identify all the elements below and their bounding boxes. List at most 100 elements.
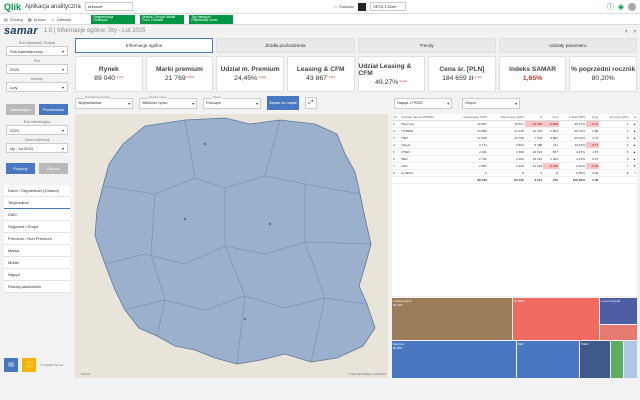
bookmarks-button[interactable]: ☆ Zakładki — [334, 4, 355, 9]
nav-item-brand[interactable]: Marka — [4, 245, 70, 257]
kpi-number: 43 867 — [306, 75, 327, 82]
table-cell: 21 138 — [487, 127, 525, 135]
kpi-card: Marki premium 21 769↑1,8% — [145, 56, 214, 92]
treemap-cell[interactable]: Lexus & Toyota — [600, 298, 637, 324]
table-cell: 38,17% — [559, 120, 586, 128]
table-row[interactable]: 7 LPG 2 851 2 433 12 216 -8 215 2,91% -0,62 7 ▼ — [392, 162, 637, 170]
kpi-change: ↑1,2pp — [398, 78, 408, 83]
changes-button[interactable]: ▤ Zmiany — [4, 17, 23, 22]
table-row[interactable]: 5 PHEV 2 011 2 336 20 616 657 2,27% 1,87 5 ▲ — [392, 148, 637, 156]
avatar[interactable] — [358, 2, 367, 11]
ref-year-select[interactable]: 2024 ▾ — [6, 125, 68, 135]
table-row[interactable]: 3 HEV 12 346 12 799 7 378 3 881 29,21% 3,72 3 ▲ — [392, 134, 637, 142]
field-label: Miesiąc — [31, 77, 43, 81]
sheet-button[interactable]: ▦ Arkusz — [28, 17, 46, 22]
map-type-dropdown[interactable]: Rodzaj mapy Wielkość rynku ▾ — [139, 94, 197, 109]
table-cell: ▲ — [629, 155, 637, 163]
chevron-down-icon: ▾ — [256, 101, 258, 106]
measure-dropdown[interactable]: Miara Rosnące ▾ — [203, 94, 261, 109]
table-row[interactable]: 8 E-HEVO 0 0 0 0 0,00% 0,00 8 = — [392, 169, 637, 177]
treemap-cell[interactable]: Benzyna 36,60% — [392, 341, 516, 378]
nav-item-territorial[interactable]: Terytorialne — [4, 197, 70, 209]
user-selector[interactable]: SETA,1,Dlal+ — [370, 2, 407, 11]
poland-map[interactable] — [75, 114, 388, 378]
bookmark-list-button[interactable]: ☆ Zakładki — [51, 17, 72, 22]
map-attribution[interactable]: © OpenStreetMap contributors — [348, 372, 386, 376]
treemap-cell[interactable]: BEV — [517, 341, 579, 378]
kpi-change: ↑1,6% — [326, 75, 336, 79]
selection-chip[interactable]: Segmentacja Osobowe — [91, 14, 136, 24]
kpi-card: Leasing & CFM 43 867↑1,6% — [286, 56, 355, 92]
table-cell: 3 774 — [450, 141, 488, 149]
comparison-button[interactable]: Porównanie — [39, 104, 68, 115]
table-cell: LPG — [400, 162, 451, 170]
chevron-right-icon[interactable]: › — [634, 28, 636, 35]
treemap-cell[interactable]: PHEV — [580, 341, 610, 378]
nav-item-data[interactable]: Dane / Odpowiedzi (Zmiana) — [4, 185, 70, 197]
notifications-icon[interactable]: ◉ — [618, 3, 624, 11]
tab-trends[interactable]: Trendy — [357, 38, 496, 53]
table-cell: 1 — [392, 120, 401, 128]
kpi-value: 21 769↑1,8% — [165, 75, 194, 82]
nav-item-drive[interactable]: Napęd — [4, 269, 70, 281]
territory-dropdown[interactable]: Podział terytorialny Województwa ▾ — [75, 94, 133, 109]
group-dropdown[interactable]: Grupa ▾ — [462, 97, 520, 109]
table-row[interactable]: 2 HYBRID 23 868 21 138 12 378 2 804 26,72% 2,98… — [392, 127, 637, 135]
kpi-change: ↑1,9pp — [257, 75, 267, 79]
drive-dropdown[interactable]: Napęd 1 PRZD ▾ — [394, 97, 452, 109]
table-row[interactable]: 1 Benzyna 19 967 15 817 -13 250 -4 828 38,17% -… — [392, 120, 637, 128]
table-filters: Napęd 1 PRZD ▾ Grupa ▾ — [394, 95, 639, 111]
nav-item-dmc[interactable]: DMC — [4, 209, 70, 221]
treemap-label: BEV — [518, 342, 524, 346]
tab-sources[interactable]: Źródła pochodzenia — [216, 38, 355, 53]
chat-icon[interactable]: ✉ — [4, 358, 18, 372]
treemap-cell[interactable] — [600, 325, 637, 340]
treemap-cell[interactable] — [611, 341, 623, 378]
treemap-cell[interactable] — [624, 341, 637, 378]
month-select[interactable]: Luty ▾ — [6, 82, 68, 92]
info-icon[interactable]: ⓘ — [22, 358, 36, 372]
app-name[interactable]: Aplikacja analityczna — [25, 4, 81, 10]
chevron-down-icon: ▾ — [99, 4, 102, 9]
periods-button[interactable]: Okresy — [39, 163, 68, 174]
selection-chip[interactable]: Typ kategorii Rejestracje nowe — [189, 14, 234, 24]
kpi-change: ↑2,3% — [473, 75, 482, 79]
tab-shares[interactable]: Udziały parametru — [498, 38, 637, 53]
treemap-cell[interactable]: HYBRID — [513, 298, 599, 340]
map-panel[interactable]: 100 km © OpenStreetMap contributors — [75, 114, 388, 378]
kpi-value: 1,65% — [523, 75, 542, 82]
nav-item-segment[interactable]: Segment / Grupa — [4, 221, 70, 233]
table-cell: -6,74 — [585, 120, 600, 128]
kpi-title: Rynek — [98, 66, 119, 73]
poland-outline[interactable] — [94, 117, 376, 365]
chevron-left-icon[interactable]: ‹ — [625, 28, 627, 35]
user-avatar-icon[interactable] — [628, 2, 637, 11]
table-cell: 2 851 — [450, 162, 488, 170]
table-cell: 12 216 — [524, 162, 544, 170]
table-row[interactable]: 4 Diesel 3 774 3 823 5 488 211 13,61% -0,77 4 ▲ — [392, 141, 637, 149]
table-row[interactable]: 6 BEV 2 746 2 400 14 210 1 203 4,14% 0,07 6 ▲ — [392, 155, 637, 163]
table-cell: ▼ — [629, 162, 637, 170]
ref-period-select[interactable]: sty - lut 2024 ▾ — [6, 143, 68, 153]
sheet-selector[interactable]: Arkusz ▾ — [84, 2, 133, 11]
show-on-map-button[interactable]: Zapisz na mapie — [267, 96, 299, 110]
cumulative-button[interactable]: Narastająco — [6, 104, 35, 115]
help-icon[interactable]: ⓘ — [607, 2, 614, 12]
year-select[interactable]: 2025 ▾ — [6, 64, 68, 74]
table-cell: 3 — [599, 134, 630, 142]
table-cell: 8 — [392, 169, 401, 177]
nav-item-premium[interactable]: Premium / Non Premium — [4, 233, 70, 245]
table-cell: 2 433 — [487, 162, 525, 170]
selection-chip[interactable]: Marka / Grupa/ Model Ford, Renault — [140, 14, 185, 24]
expand-icon[interactable]: ⤢ — [305, 97, 317, 109]
city-marker — [203, 142, 207, 146]
table-cell: 211 — [543, 141, 559, 149]
year-type-select[interactable]: Rok kalendarzowy ▾ — [6, 46, 68, 56]
kpi-value: 24,45%↑1,9pp — [234, 75, 266, 82]
nav-item-model[interactable]: Model — [4, 257, 70, 269]
tab-general[interactable]: Informacje ogólne — [75, 38, 214, 53]
treemap-cell[interactable]: Kraków-Hybrid 20,72% — [392, 298, 512, 340]
chevron-down-icon: ▾ — [61, 145, 64, 151]
nav-item-owner[interactable]: Rodzaj właściciela — [4, 281, 70, 293]
vehicles-button[interactable]: Pojazdy — [6, 163, 35, 174]
